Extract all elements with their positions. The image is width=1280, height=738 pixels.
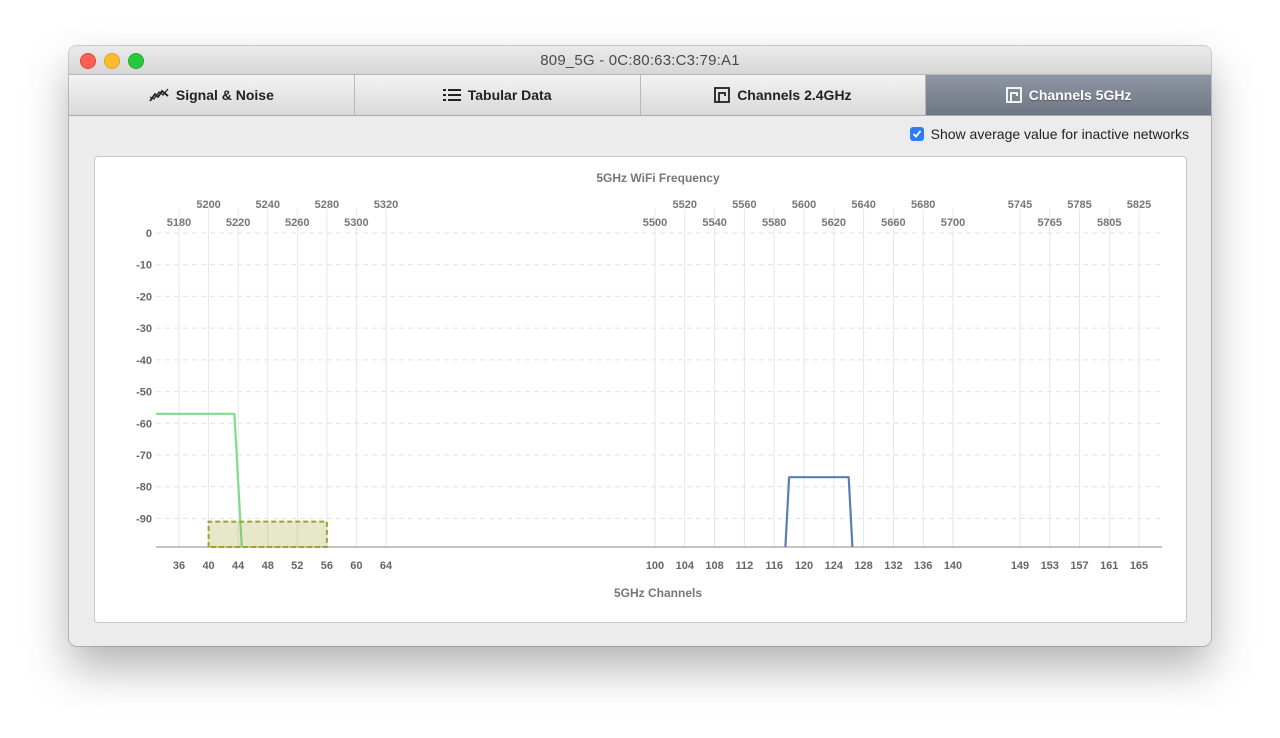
x-tick-label: 128 xyxy=(854,560,872,572)
window-title: 809_5G - 0C:80:63:C3:79:A1 xyxy=(540,52,740,69)
x-tick-label: 48 xyxy=(262,560,274,572)
chart-title: 5GHz WiFi Frequency xyxy=(596,171,720,185)
frequency-label: 5600 xyxy=(792,199,816,211)
x-tick-label: 136 xyxy=(914,560,932,572)
tab-label: Channels 2.4GHz xyxy=(737,87,852,103)
tab-label: Tabular Data xyxy=(467,87,552,103)
frequency-label: 5660 xyxy=(881,217,905,229)
frequency-label: 5805 xyxy=(1097,217,1121,229)
frequency-label: 5500 xyxy=(643,217,667,229)
y-tick-label: -60 xyxy=(136,418,152,430)
tab-signal-noise[interactable]: Signal & Noise xyxy=(69,75,355,115)
y-tick-label: 0 xyxy=(146,228,152,240)
show-average-checkbox[interactable] xyxy=(909,127,924,141)
x-tick-label: 112 xyxy=(736,560,754,572)
tab-tabular-data[interactable]: Tabular Data xyxy=(355,75,641,115)
x-tick-label: 52 xyxy=(291,560,303,572)
x-tick-label: 100 xyxy=(646,560,664,572)
title-bar: 809_5G - 0C:80:63:C3:79:A1 xyxy=(69,46,1211,75)
frequency-label: 5560 xyxy=(732,199,756,211)
x-tick-label: 132 xyxy=(884,560,902,572)
x-tick-label: 116 xyxy=(765,560,783,572)
y-tick-label: -40 xyxy=(136,355,152,367)
tab-channels-5ghz[interactable]: Channels 5GHz xyxy=(926,75,1211,115)
signal-noise-icon xyxy=(149,87,169,103)
x-tick-label: 108 xyxy=(705,560,723,572)
show-average-option: Show average value for inactive networks xyxy=(909,126,1189,142)
x-tick-label: 40 xyxy=(202,560,214,572)
frequency-label: 5700 xyxy=(941,217,965,229)
x-tick-label: 149 xyxy=(1011,560,1029,572)
chart-panel: 5GHz WiFi Frequency 0 -10 -20 -30 -40 -50 -60 -7… xyxy=(94,156,1187,623)
y-tick-label: -90 xyxy=(136,513,152,525)
frequency-label: 5680 xyxy=(911,199,935,211)
frequency-label: 5180 xyxy=(167,217,191,229)
y-tick-label: -20 xyxy=(136,291,152,303)
x-tick-label: 120 xyxy=(795,560,813,572)
channels-icon xyxy=(714,87,731,103)
y-tick-label: -80 xyxy=(136,482,152,494)
tab-label: Channels 5GHz xyxy=(1028,87,1132,103)
y-tick-label: -10 xyxy=(136,260,152,272)
frequency-label: 5260 xyxy=(285,217,309,229)
checkmark-icon xyxy=(912,130,921,138)
tab-channels-24ghz[interactable]: Channels 2.4GHz xyxy=(641,75,927,115)
app-window: 809_5G - 0C:80:63:C3:79:A1 Signal & Nois… xyxy=(69,46,1211,646)
frequency-label: 5520 xyxy=(673,199,697,211)
frequency-label: 5540 xyxy=(702,217,726,229)
x-tick-label: 104 xyxy=(676,560,695,572)
frequency-label: 5240 xyxy=(255,199,279,211)
y-tick-label: -50 xyxy=(136,387,152,399)
y-tick-label: -70 xyxy=(136,450,152,462)
frequency-label: 5300 xyxy=(344,217,368,229)
tab-label: Signal & Noise xyxy=(175,87,274,103)
frequency-label: 5745 xyxy=(1008,199,1032,211)
x-tick-label: 64 xyxy=(380,560,393,572)
x-axis-label: 5GHz Channels xyxy=(614,586,702,600)
frequency-label: 5825 xyxy=(1127,199,1151,211)
x-tick-label: 153 xyxy=(1041,560,1059,572)
x-tick-label: 165 xyxy=(1130,560,1148,572)
list-icon xyxy=(442,88,461,102)
frequency-label: 5280 xyxy=(315,199,339,211)
frequency-label: 5640 xyxy=(851,199,875,211)
frequency-chart: 5GHz WiFi Frequency 0 -10 -20 -30 -40 -50 -60 -7… xyxy=(136,171,1162,600)
show-average-label[interactable]: Show average value for inactive networks xyxy=(931,126,1189,142)
frequency-label: 5580 xyxy=(762,217,786,229)
x-tick-label: 157 xyxy=(1070,560,1088,572)
x-tick-label: 140 xyxy=(944,560,962,572)
x-tick-label: 60 xyxy=(350,560,362,572)
frequency-label: 5320 xyxy=(374,199,398,211)
x-tick-label: 124 xyxy=(825,560,844,572)
frequency-label: 5785 xyxy=(1067,199,1091,211)
frequency-label: 5765 xyxy=(1038,217,1062,229)
x-tick-label: 36 xyxy=(173,560,185,572)
channels-icon xyxy=(1005,87,1022,103)
frequency-label: 5620 xyxy=(822,217,846,229)
x-tick-label: 161 xyxy=(1100,560,1118,572)
x-tick-label: 56 xyxy=(321,560,333,572)
tab-bar: Signal & Noise Tabular Data Channels 2.4… xyxy=(69,75,1211,116)
x-tick-label: 44 xyxy=(232,560,245,572)
frequency-label: 5200 xyxy=(196,199,220,211)
frequency-label: 5220 xyxy=(226,217,250,229)
network-signal-line xyxy=(784,476,854,548)
network-signal-area xyxy=(207,520,328,548)
y-tick-label: -30 xyxy=(136,323,152,335)
